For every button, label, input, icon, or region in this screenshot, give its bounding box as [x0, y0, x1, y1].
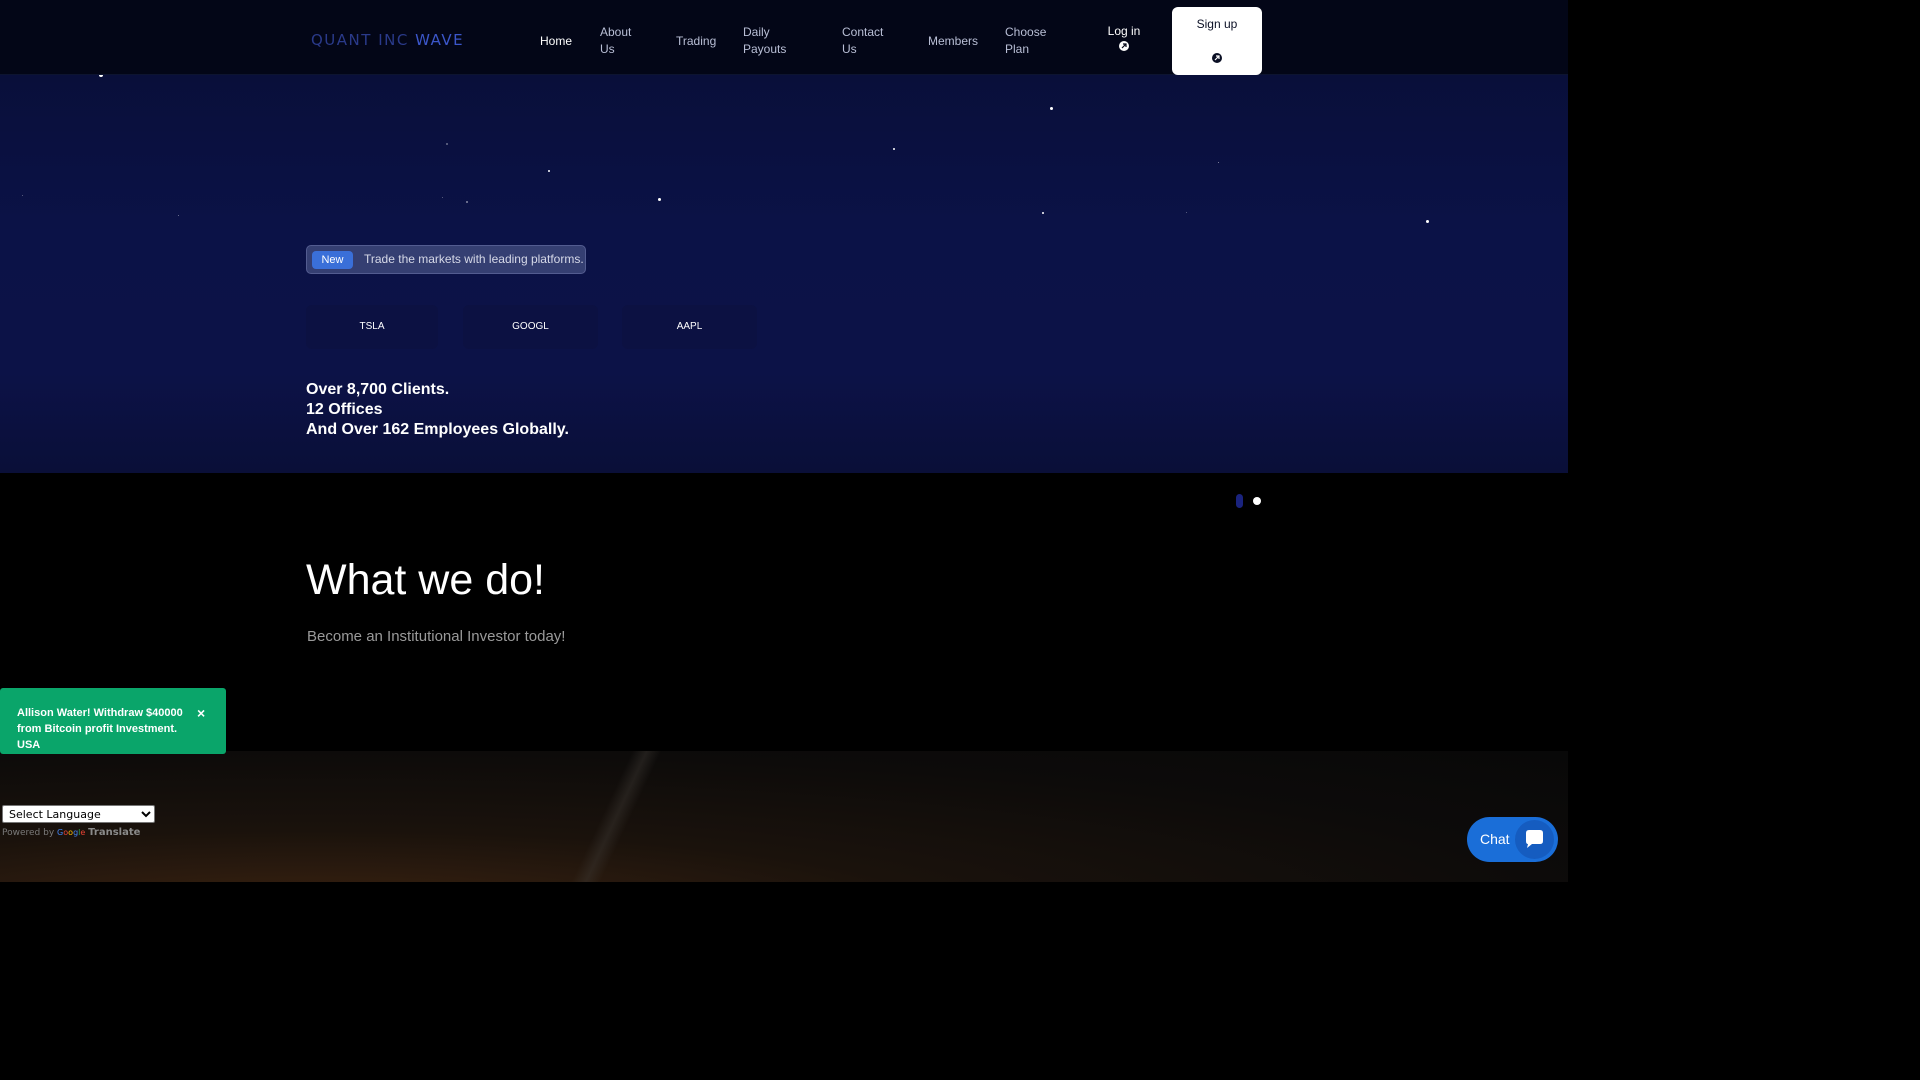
language-select[interactable]: Select Language [2, 805, 155, 823]
chat-label: Chat [1480, 831, 1510, 847]
slider-dot[interactable] [1236, 494, 1243, 508]
nav-choose-plan[interactable]: Choose Plan [1005, 24, 1051, 58]
badge-text: Trade the markets with leading platforms… [364, 252, 584, 266]
powered-by-google-translate: Powered by Google Translate [2, 827, 140, 838]
logo-accent-text: WAVE [415, 31, 465, 49]
star-decoration [1426, 220, 1429, 223]
what-we-do-section: What we do! Become an Institutional Inve… [0, 473, 1568, 751]
signup-label: Sign up [1196, 17, 1238, 31]
star-decoration [1218, 162, 1219, 163]
login-button[interactable]: Log in [1101, 24, 1147, 54]
stat-employees: And Over 162 Employees Globally. [306, 421, 569, 438]
hero-section: New Trade the markets with leading platf… [0, 75, 1568, 473]
announcement-badge: New Trade the markets with leading platf… [306, 245, 586, 274]
site-header: QUANT INC WAVE Home About Us Trading Dai… [0, 0, 1568, 75]
login-label: Log in [1107, 24, 1141, 38]
star-decoration [178, 215, 179, 216]
powered-by-label: Powered by [2, 828, 55, 838]
background-image-section [0, 751, 1568, 882]
star-decoration [446, 143, 448, 145]
nav-daily-payouts[interactable]: Daily Payouts [743, 24, 791, 58]
star-decoration [466, 201, 468, 203]
site-logo[interactable]: QUANT INC WAVE [311, 31, 464, 49]
ticker-tsla[interactable]: TSLA [306, 305, 438, 349]
star-decoration [1042, 212, 1044, 214]
star-decoration [442, 197, 443, 198]
nav-home[interactable]: Home [540, 33, 572, 50]
star-decoration [1186, 212, 1187, 213]
arrow-circle-icon [1212, 53, 1222, 63]
stat-clients: Over 8,700 Clients. [306, 381, 450, 398]
chat-bubble-icon [1515, 820, 1554, 859]
star-decoration [99, 75, 103, 77]
section-title: What we do! [306, 556, 545, 604]
withdrawal-notification: Allison Water! Withdraw $40000 from Bitc… [0, 688, 226, 754]
logo-text: QUANT INC [311, 31, 416, 49]
translate-link[interactable]: Translate [88, 827, 140, 838]
slider-dot-active[interactable] [1253, 497, 1261, 505]
nav-contact-us[interactable]: Contact Us [842, 24, 890, 58]
company-stats: Over 8,700 Clients. 12 Offices And Over … [306, 380, 569, 440]
signup-button[interactable]: Sign up [1172, 7, 1262, 75]
star-decoration [22, 195, 23, 196]
star-decoration [1050, 107, 1053, 110]
new-tag: New [312, 251, 353, 269]
chat-widget-button[interactable]: Chat [1467, 817, 1558, 862]
google-logo: Google [57, 828, 86, 837]
star-decoration [658, 198, 661, 201]
close-icon[interactable]: × [197, 705, 205, 721]
nav-members[interactable]: Members [928, 33, 978, 50]
stat-offices: 12 Offices [306, 401, 383, 418]
ticker-aapl[interactable]: AAPL [622, 305, 757, 349]
background-image [560, 751, 680, 882]
star-decoration [893, 148, 895, 150]
notification-text: Allison Water! Withdraw $40000 from Bitc… [17, 707, 183, 751]
ticker-googl[interactable]: GOOGL [463, 305, 598, 349]
nav-trading[interactable]: Trading [676, 33, 716, 50]
nav-about-us[interactable]: About Us [600, 24, 642, 58]
star-decoration [548, 170, 550, 172]
arrow-circle-icon [1119, 41, 1129, 51]
section-subtitle: Become an Institutional Investor today! [307, 628, 566, 645]
